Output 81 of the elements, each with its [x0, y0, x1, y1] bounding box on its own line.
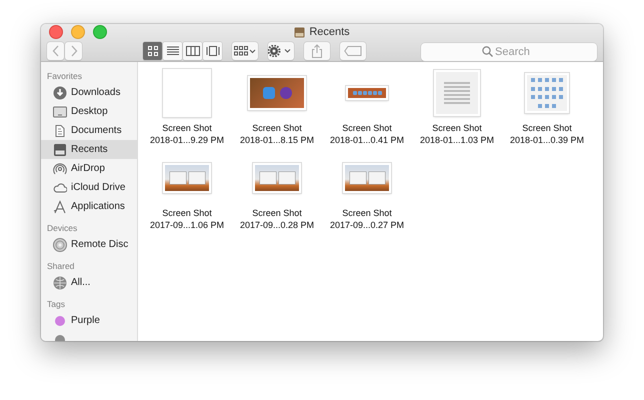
sidebar-section-heading: Tags	[46, 298, 66, 311]
file-item[interactable]: Screen Shot 2018-01...0.41 PM	[322, 69, 412, 154]
file-name: Screen Shot	[252, 122, 302, 134]
screenshot-thumbnail	[343, 163, 391, 193]
sidebar-item[interactable]: Applications	[41, 197, 137, 216]
document-icon	[53, 124, 67, 138]
list-view-button[interactable]	[163, 42, 182, 60]
file-name: Screen Shot	[252, 207, 302, 219]
drawer-icon	[53, 142, 67, 156]
share-icon	[311, 44, 323, 58]
forward-button[interactable]	[65, 42, 82, 60]
screenshot-thumbnail	[163, 69, 211, 117]
file-item[interactable]: Screen Shot 2018-01...0.39 PM	[502, 69, 592, 154]
file-item[interactable]: Screen Shot 2017-09...0.27 PM	[322, 154, 412, 239]
monitor-icon	[53, 104, 67, 118]
tag-icon	[344, 46, 362, 56]
file-item[interactable]: Screen Shot 2018-01...8.15 PM	[232, 69, 322, 154]
gallery-icon	[206, 45, 220, 57]
zoom-button[interactable]	[93, 25, 107, 39]
file-date: 2017-09...1.06 PM	[150, 219, 224, 231]
sidebar-section-heading: Favorites	[46, 70, 83, 83]
file-name: Screen Shot	[162, 207, 212, 219]
chevron-left-icon	[52, 45, 60, 57]
file-date: 2018-01...1.03 PM	[420, 134, 494, 146]
file-item[interactable]: Screen Shot 2017-09...0.28 PM	[232, 154, 322, 239]
file-item[interactable]: Screen Shot 2017-09...1.06 PM	[142, 154, 232, 239]
file-name: Screen Shot	[342, 207, 392, 219]
grid-caret-icon	[234, 46, 256, 56]
sidebar-section-heading: Shared	[46, 260, 76, 273]
sidebar-item[interactable]: Desktop	[41, 102, 137, 121]
search-icon	[482, 46, 493, 57]
screenshot-thumbnail	[248, 76, 306, 110]
window-title: Recents	[309, 26, 350, 38]
file-item[interactable]: Screen Shot 2018-01...9.29 PM	[142, 69, 232, 154]
sidebar-item[interactable]: AirDrop	[41, 159, 137, 178]
compass-letter-icon	[53, 200, 67, 214]
list-icon	[166, 45, 180, 57]
globe-icon	[53, 276, 67, 290]
file-date: 2017-09...0.27 PM	[330, 219, 404, 231]
columns-icon	[186, 45, 200, 57]
share-button[interactable]	[304, 42, 330, 60]
sidebar-item[interactable]: Downloads	[41, 83, 137, 102]
screenshot-thumbnail	[253, 163, 301, 193]
file-item[interactable]: Screen Shot 2018-01...1.03 PM	[412, 69, 502, 154]
cloud-icon	[53, 180, 67, 194]
file-name: Screen Shot	[522, 122, 572, 134]
file-date: 2018-01...8.15 PM	[240, 134, 314, 146]
disc-icon	[53, 238, 67, 252]
tag-button[interactable]	[340, 42, 366, 60]
chevron-right-icon	[70, 45, 78, 57]
screenshot-thumbnail	[346, 86, 388, 100]
back-button[interactable]	[47, 42, 64, 60]
close-button[interactable]	[49, 25, 63, 39]
drawer-icon	[294, 26, 306, 38]
file-date: 2017-09...0.28 PM	[240, 219, 314, 231]
file-date: 2018-01...9.29 PM	[150, 134, 224, 146]
grid-icon	[146, 45, 160, 57]
file-date: 2018-01...0.41 PM	[330, 134, 404, 146]
action-button[interactable]	[268, 42, 294, 60]
sidebar-item[interactable]: iCloud Drive	[41, 178, 137, 197]
screenshot-thumbnail	[525, 73, 569, 113]
sidebar-item[interactable]: All...	[41, 273, 137, 292]
radar-icon	[53, 162, 67, 176]
gallery-view-button[interactable]	[203, 42, 222, 60]
sidebar-item[interactable]: Remote Disc	[41, 235, 137, 254]
search-field[interactable]: Search	[421, 43, 597, 61]
minimize-button[interactable]	[71, 25, 85, 39]
icons-view-button[interactable]	[143, 42, 162, 60]
sidebar-item[interactable]: Recents	[41, 140, 137, 159]
file-name: Screen Shot	[162, 122, 212, 134]
file-name: Screen Shot	[342, 122, 392, 134]
sidebar-item[interactable]: Documents	[41, 121, 137, 140]
download-icon	[53, 86, 67, 100]
arrange-button[interactable]	[232, 42, 258, 60]
columns-view-button[interactable]	[183, 42, 202, 60]
file-date: 2018-01...0.39 PM	[510, 134, 584, 146]
sidebar-item[interactable]: Purple	[41, 311, 137, 330]
sidebar-section-heading: Devices	[46, 222, 78, 235]
screenshot-thumbnail	[434, 70, 480, 116]
file-name: Screen Shot	[432, 122, 482, 134]
screenshot-thumbnail	[163, 163, 211, 193]
